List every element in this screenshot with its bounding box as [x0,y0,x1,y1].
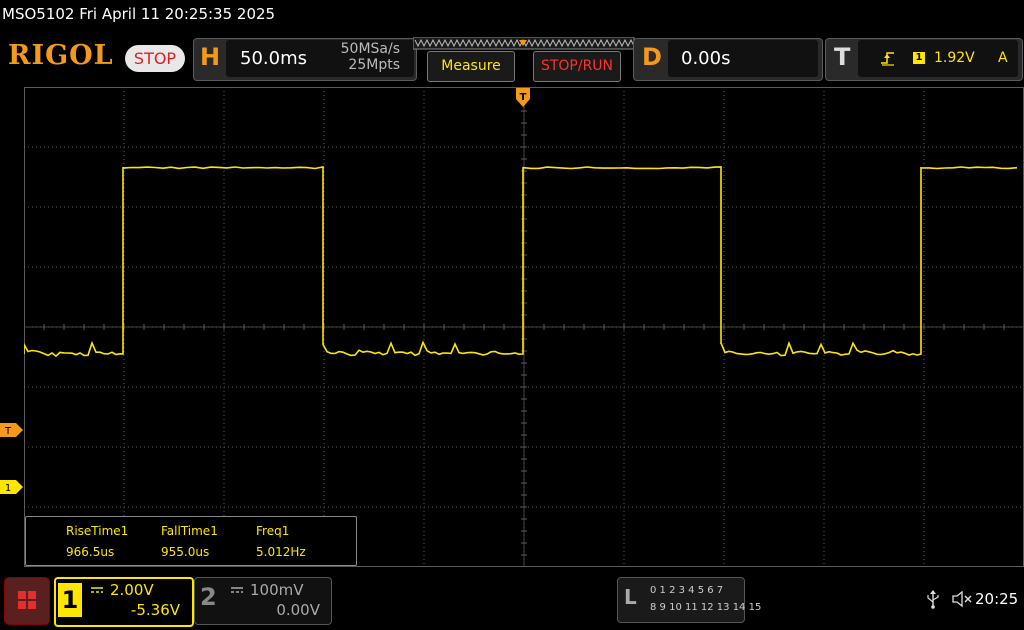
channel1-offset: -5.36V [104,601,180,619]
trigger-level-marker[interactable]: T [0,422,24,438]
device-title: MSO5102 Fri April 11 20:25:35 2025 [2,5,275,23]
dc-coupling-icon [230,586,244,594]
menu-icon [5,578,49,624]
trigger-source-badge: 1 [913,52,925,64]
svg-text:T: T [520,92,527,103]
horizontal-letter: H [200,43,220,71]
svg-text:1: 1 [5,483,11,494]
stop-run-button[interactable]: STOP/RUN [533,51,621,82]
delay-letter: D [642,43,662,71]
channel1-waveform [24,167,1017,356]
trigger-letter: T [834,43,850,71]
trigger-mode: A [998,50,1008,66]
menu-button[interactable] [4,577,50,625]
usb-icon[interactable] [926,589,940,609]
timebase-value: 50.0ms [240,48,307,69]
dc-coupling-icon [90,586,104,594]
trigger-position-ruler [413,37,635,51]
channel2-scale: 100mV [250,581,304,599]
trigger-edge-icon [880,50,896,66]
trigger-level: 1.92V [934,50,975,66]
sample-rate: 50MSa/s [330,41,400,57]
measure-button[interactable]: Measure [427,51,515,82]
rigol-logo: RIGOL [8,40,114,71]
clock: 20:25 [975,590,1018,608]
channel1-scale: 2.00V [110,581,154,599]
logic-analyzer-letter: L [624,585,637,609]
logic-channels-row2: 8 9 10 11 12 13 14 15 [650,602,761,613]
delay-value: 0.00s [681,48,730,69]
trigger-time-marker: T [515,87,531,109]
channel1-number: 1 [58,583,82,617]
meas-value-freq: 5.012Hz [256,545,306,559]
mute-speaker-icon[interactable] [951,590,973,608]
logic-channels-row1: 0 1 2 3 4 5 6 7 [650,585,723,596]
channel1-offset-marker[interactable]: 1 [0,479,24,495]
svg-text:T: T [4,426,12,437]
channel2-offset: 0.00V [244,601,320,619]
meas-value-falltime: 955.0us [161,545,209,559]
graticule-grid [24,87,1024,567]
channel2-number: 2 [200,583,217,611]
meas-header-risetime: RiseTime1 [66,524,128,538]
meas-value-risetime: 966.5us [66,545,114,559]
waveform-screen[interactable] [24,87,1024,567]
run-state-badge: STOP [125,45,185,72]
memory-depth: 25Mpts [330,57,400,73]
meas-header-falltime: FallTime1 [161,524,218,538]
meas-header-freq: Freq1 [256,524,289,538]
